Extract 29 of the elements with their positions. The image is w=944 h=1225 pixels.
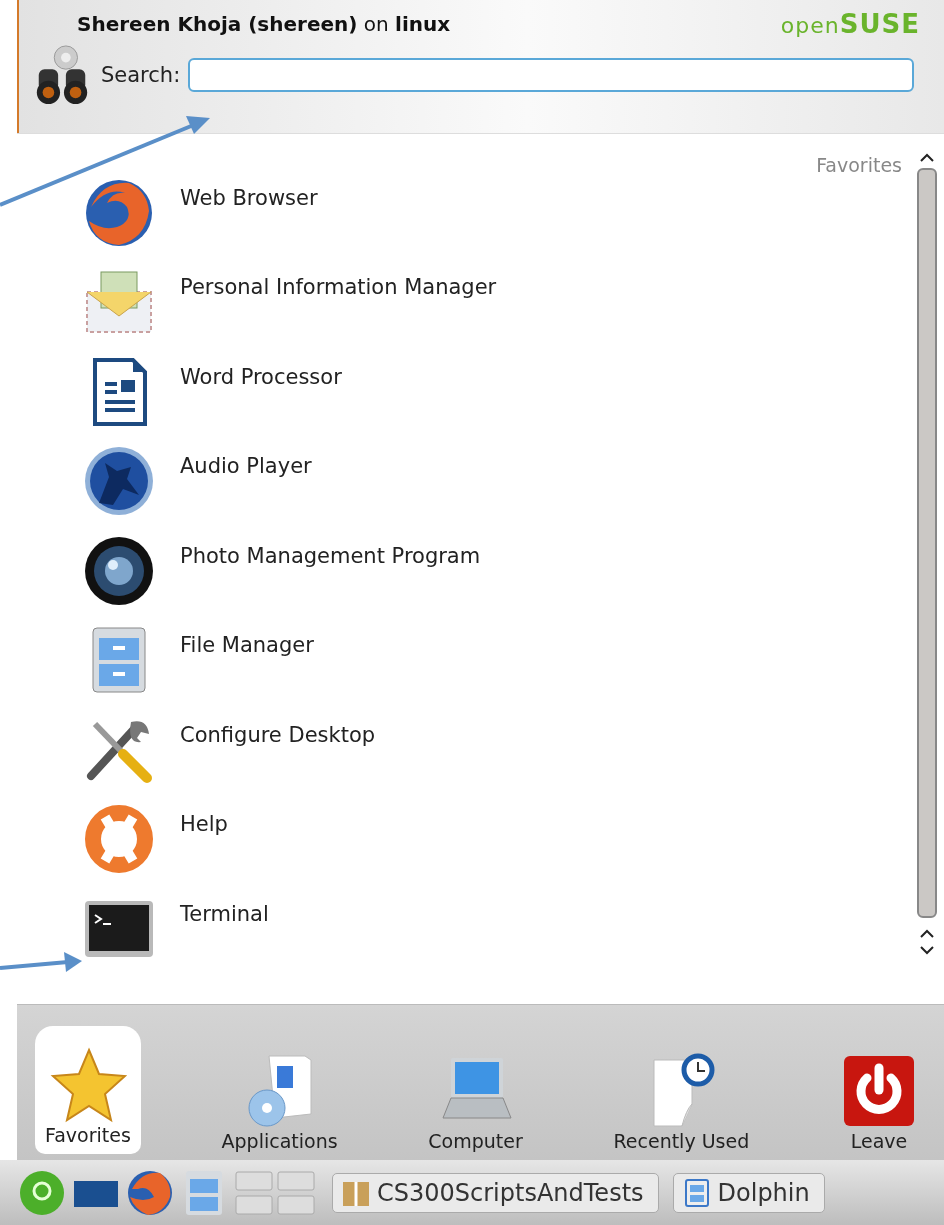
tab[interactable]: Computer [418,1036,533,1160]
scroll-up-icon[interactable] [918,152,936,164]
menu-item[interactable]: Audio Player [180,454,312,479]
tab[interactable]: Leave [829,1036,928,1160]
scroll-down-icon[interactable] [918,944,936,956]
menu-item[interactable]: Word Processor [180,364,342,389]
tab[interactable]: Recently Used [603,1036,760,1160]
tab[interactable]: Favorites [35,1026,141,1154]
search-field[interactable] [188,58,914,92]
camera-lens-icon [83,534,155,607]
user-title: Shereen Khoja (shereen) on linux [77,12,451,36]
lifebuoy-icon [83,803,155,876]
menu-item[interactable]: Personal Information Manager [180,275,497,300]
task-button[interactable]: Dolphin [672,1172,825,1213]
task-button[interactable]: CS300ScriptsAndTests [332,1172,659,1213]
menu-item[interactable]: Photo Management Program [180,543,481,568]
search-label: Search: [101,63,181,87]
menu-item[interactable]: File Manager [180,633,314,658]
globe-icon[interactable] [126,1168,174,1217]
scrollbar-thumb[interactable] [917,168,937,918]
menu-item[interactable]: Web Browser [180,185,318,210]
star-icon [48,1046,127,1124]
scroll-up-icon[interactable] [918,928,936,940]
menu-item[interactable]: Help [180,812,228,837]
menu-item[interactable]: Terminal [180,901,269,926]
section-heading: Favorites [815,154,902,178]
brand-logo: openSUSE [780,9,920,39]
menu-item[interactable]: Configure Desktop [180,722,376,747]
tab[interactable]: Applications [211,1036,348,1160]
